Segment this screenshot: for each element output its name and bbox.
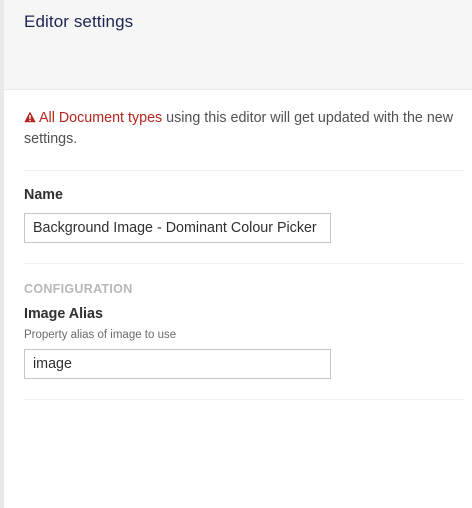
- image-alias-input[interactable]: [24, 349, 331, 379]
- name-label: Name: [24, 187, 63, 203]
- configuration-section: CONFIGURATION Image Alias Property alias…: [24, 264, 464, 400]
- update-warning: All Document types using this editor wil…: [24, 90, 464, 171]
- panel-content: All Document types using this editor wil…: [4, 90, 472, 400]
- panel-header: Editor settings: [4, 0, 472, 90]
- name-section: Name: [24, 171, 464, 264]
- alert-triangle-icon: [24, 111, 36, 123]
- configuration-group-title: CONFIGURATION: [24, 282, 133, 296]
- image-alias-description: Property alias of image to use: [24, 329, 177, 341]
- editor-settings-panel: Editor settings All Document types using…: [0, 0, 472, 508]
- name-input[interactable]: [24, 213, 331, 243]
- warning-highlight: All Document types: [39, 110, 163, 126]
- panel-title: Editor settings: [24, 12, 134, 31]
- image-alias-label: Image Alias: [24, 306, 103, 322]
